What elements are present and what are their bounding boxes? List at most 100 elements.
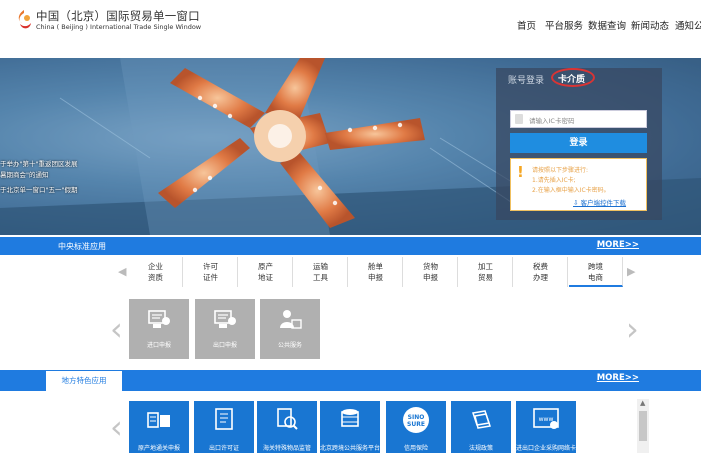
tab-label: 许可 [203, 262, 218, 271]
nav-home[interactable]: 首页 [517, 18, 536, 32]
tab-label: 申报 [423, 273, 438, 282]
tab-label: 贸易 [478, 273, 493, 282]
tab-label: 企业 [148, 262, 163, 271]
tab-label: 申报 [368, 273, 383, 282]
tile-import-declaration[interactable]: 进口申报 [129, 299, 189, 359]
central-category-tabs: ◀ 企业资质 许可证件 原产地证 运输工具 舱单申报 货物申报 加工贸易 税费办… [0, 257, 701, 290]
tab-card-login[interactable]: 卡介质 [558, 72, 585, 85]
tab-label: 跨境 [588, 262, 603, 271]
news-item[interactable]: 于北京单一窗口"五一"假期 [0, 184, 77, 194]
client-download-link[interactable]: ⇩ 客户端控件下载 [573, 197, 626, 207]
tile-public-service[interactable]: 公共服务 [260, 299, 320, 359]
tab-label: 原产 [258, 262, 273, 271]
central-more-link[interactable]: MORE>> [597, 240, 639, 250]
tip-line: 1.请先插入IC卡; [532, 177, 576, 184]
download-icon: ⇩ [573, 199, 579, 207]
scrollbar[interactable]: ▲ [637, 399, 649, 453]
svg-text:SINO: SINO [408, 414, 425, 421]
tab-label: 税费 [533, 262, 548, 271]
tab-manifest[interactable]: 舱单 申报 [349, 257, 403, 287]
tile-label: 出口许可证 [208, 445, 239, 452]
tab-license[interactable]: 许可 证件 [184, 257, 238, 287]
tab-label: 资质 [148, 273, 163, 282]
scrollbar-thumb[interactable] [639, 411, 647, 441]
tab-label: 加工 [478, 262, 493, 271]
tile-label: 信用保险 [403, 445, 428, 452]
database-icon [341, 409, 359, 427]
login-tip-box: ! 请按照以下步骤进行: 1.请先插入IC卡; 2.在输入框中输入IC卡密码。 … [510, 158, 647, 211]
license-icon [215, 408, 233, 430]
scroll-up-icon[interactable]: ▲ [640, 399, 645, 407]
tile-label: 法规政策 [468, 445, 493, 452]
document-stamp-icon [147, 412, 170, 428]
computer-icon [214, 310, 236, 328]
logo-icon [18, 10, 31, 29]
tile-credit-insurance[interactable]: SINO SURE 信用保险 [386, 401, 446, 453]
tile-label: 公共服务 [277, 342, 302, 349]
tab-goods-declaration[interactable]: 货物 申报 [404, 257, 458, 287]
local-more-link[interactable]: MORE>> [597, 373, 639, 383]
tab-label: 工具 [313, 273, 328, 282]
nav-notice[interactable]: 通知公 [675, 18, 701, 32]
ic-card-password-input[interactable]: 请输入IC卡密码 [510, 110, 647, 128]
carousel-prev-icon[interactable]: ‹ [110, 310, 123, 348]
nav-news[interactable]: 新闻动态 [631, 18, 669, 32]
local-apps-title[interactable]: 地方特色应用 [46, 371, 122, 391]
svg-text:www: www [539, 416, 554, 423]
site-header: 中国（北京）国际贸易单一窗口 China ( Beijing ) Interna… [0, 0, 701, 56]
tile-label: 海关特殊物品监管 [262, 445, 311, 452]
site-title[interactable]: 中国（北京）国际贸易单一窗口 [36, 8, 200, 24]
local-carousel-prev-icon[interactable]: ‹ [110, 408, 123, 446]
tile-origin-declaration[interactable]: 原产地通关申报 [129, 401, 189, 453]
stacked-documents-icon [472, 410, 491, 429]
tab-label: 地证 [258, 273, 273, 282]
tile-enterprise-procurement[interactable]: www 进出口企业采购网络卡 [516, 401, 576, 453]
document-search-icon [277, 408, 298, 430]
login-button[interactable]: 登录 [510, 133, 647, 153]
tile-label: 北京跨境公共服务平台 [320, 445, 381, 452]
client-download-label: 客户端控件下载 [580, 199, 627, 207]
person-service-icon [280, 310, 302, 329]
nav-data-query[interactable]: 数据查询 [588, 18, 626, 32]
tab-transport[interactable]: 运输 工具 [294, 257, 348, 287]
tip-line: 2.在输入框中输入IC卡密码。 [532, 187, 610, 194]
news-item[interactable]: 暑期商会"的通知 [0, 169, 49, 179]
tile-label: 进口申报 [146, 342, 171, 349]
tabs-next-icon[interactable]: ▶ [627, 265, 635, 278]
site-subtitle: China ( Beijing ) International Trade Si… [36, 23, 202, 31]
tile-regulations-policy[interactable]: 法规政策 [451, 401, 511, 453]
tile-export-license[interactable]: 出口许可证 [194, 401, 254, 453]
tab-certificate-of-origin[interactable]: 原产 地证 [239, 257, 293, 287]
news-item[interactable]: 于举办"第十"重返团区发展 [0, 158, 77, 168]
sinosure-logo-icon: SINO SURE [403, 407, 429, 433]
tile-label: 出口申报 [212, 342, 237, 349]
tab-tax-payment[interactable]: 税费 办理 [514, 257, 568, 287]
svg-text:SURE: SURE [407, 421, 425, 428]
tab-label: 运输 [313, 262, 328, 271]
tab-label: 舱单 [368, 262, 383, 271]
tab-account-login[interactable]: 账号登录 [508, 73, 544, 86]
nav-platform-service[interactable]: 平台服务 [545, 18, 583, 32]
tile-label: 原产地通关申报 [137, 445, 180, 452]
tile-label: 进出口企业采购网络卡 [516, 445, 577, 452]
tab-enterprise-qualification[interactable]: 企业 资质 [129, 257, 183, 287]
central-apps-title: 中央标准应用 [58, 242, 106, 251]
www-browser-icon: www [533, 408, 559, 429]
tab-processing-trade[interactable]: 加工 贸易 [459, 257, 513, 287]
lock-icon [515, 114, 523, 124]
tile-cross-border-public-service[interactable]: 北京跨境公共服务平台 [320, 401, 380, 453]
tile-export-declaration[interactable]: 出口申报 [195, 299, 255, 359]
warning-icon: ! [517, 163, 524, 181]
tab-label: 办理 [533, 273, 548, 282]
tile-special-goods-supervision[interactable]: 海关特殊物品监管 [257, 401, 317, 453]
computer-icon [148, 310, 170, 328]
tab-label: 货物 [423, 262, 438, 271]
tab-label: 证件 [203, 273, 218, 282]
carousel-next-icon[interactable]: › [626, 310, 639, 348]
password-placeholder: 请输入IC卡密码 [529, 117, 575, 125]
login-panel: 账号登录 卡介质 请输入IC卡密码 登录 ! 请按照以下步骤进行: 1.请先插入… [496, 68, 662, 220]
central-apps-bar: 中央标准应用 MORE>> [0, 237, 701, 255]
tab-cross-border-ecommerce[interactable]: 跨境 电商 [569, 257, 623, 287]
tip-line: 请按照以下步骤进行: [532, 167, 589, 174]
tabs-prev-icon[interactable]: ◀ [118, 265, 126, 278]
